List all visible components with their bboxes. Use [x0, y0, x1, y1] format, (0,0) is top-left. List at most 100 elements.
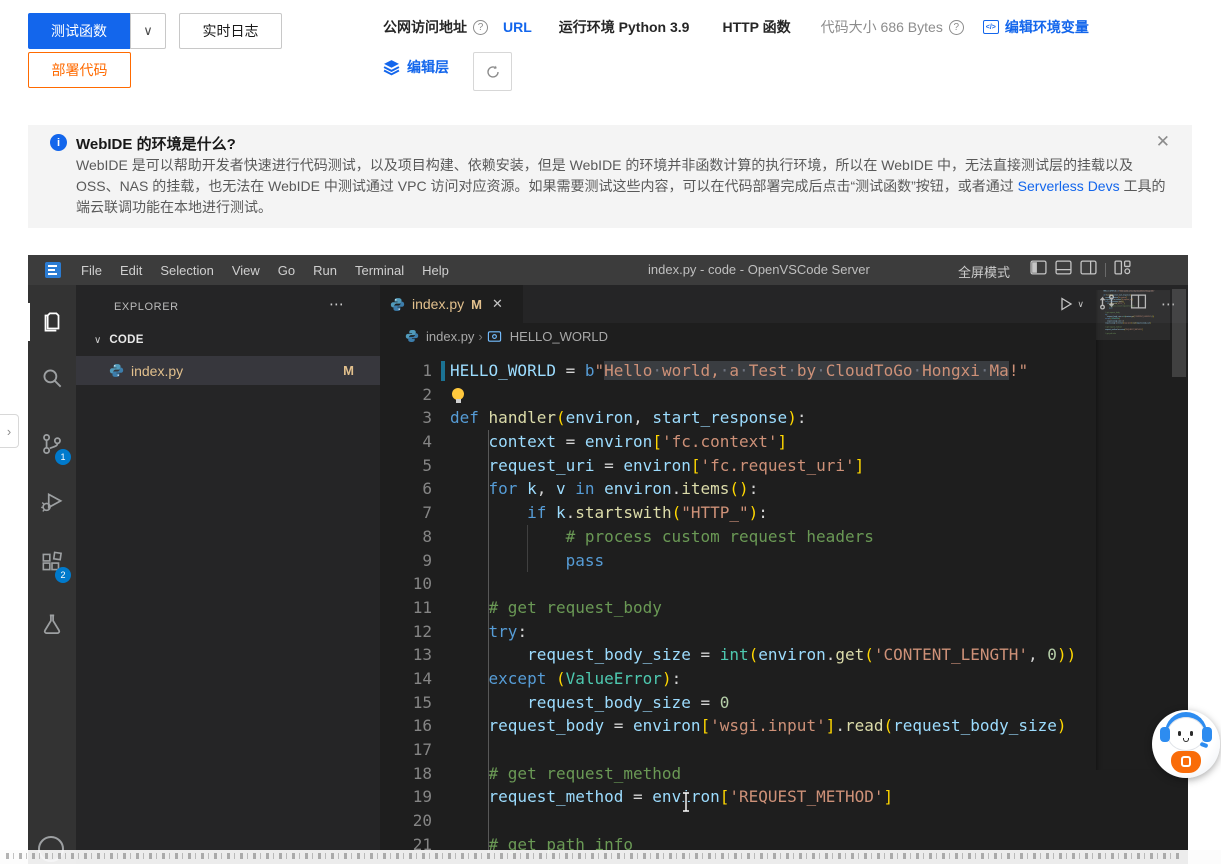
menu-help[interactable]: Help [413, 263, 458, 278]
close-icon[interactable]: ✕ [1156, 132, 1170, 152]
menu-edit[interactable]: Edit [111, 263, 151, 278]
indent-guide [488, 762, 489, 786]
titlebar: FileEditSelectionViewGoRunTerminalHelp i… [28, 255, 1188, 285]
indent-guide [488, 501, 489, 525]
mascot-eye [1178, 731, 1181, 736]
indent-guide [488, 572, 489, 596]
run-debug-activity-icon[interactable] [28, 481, 76, 523]
more-actions-icon[interactable]: ⋯ [329, 295, 344, 313]
line-number: 3 [380, 406, 432, 430]
code-line-10: 10 [380, 572, 1188, 596]
code-line-17: 17 [380, 738, 1188, 762]
minimap-viewport[interactable] [1096, 290, 1170, 340]
indent-guide [488, 643, 489, 667]
help-icon[interactable]: ? [473, 20, 488, 35]
source-control-activity-icon[interactable]: 1 [28, 423, 76, 465]
tab-indexpy[interactable]: index.py M ✕ [380, 285, 523, 323]
indent-guide [488, 454, 489, 478]
url-link[interactable]: URL [503, 19, 532, 35]
line-number: 5 [380, 454, 432, 478]
indent-guide [488, 667, 489, 691]
indent-guide [488, 430, 489, 454]
customer-service-mascot[interactable] [1152, 710, 1220, 778]
indent-guide [488, 477, 489, 501]
extensions-activity-icon[interactable]: 2 [28, 541, 76, 583]
edit-env-vars-link[interactable]: 编辑环境变量 [1005, 17, 1089, 37]
layer-row: 编辑层 [383, 57, 449, 77]
toggle-sidebar-icon[interactable] [1030, 260, 1047, 280]
test-function-dropdown-button[interactable]: ∨ [130, 13, 166, 49]
code-line-18: 18 # get request_method [380, 762, 1188, 786]
mascot-eye [1190, 731, 1193, 736]
active-indicator [28, 303, 30, 341]
realtime-logs-button[interactable]: 实时日志 [179, 13, 282, 49]
git-modified-badge: M [343, 363, 354, 378]
breadcrumb-symbol[interactable]: HELLO_WORLD [510, 329, 608, 344]
deploy-code-button[interactable]: 部署代码 [28, 52, 131, 88]
indent-guide [488, 620, 489, 644]
titlebar-separator [1105, 263, 1106, 277]
mascot-head [1167, 717, 1205, 751]
close-icon[interactable]: ✕ [492, 296, 503, 312]
python-file-icon [390, 297, 405, 312]
public-url-label: 公网访问地址 [383, 17, 467, 37]
panel-expander-button[interactable]: › [0, 414, 19, 448]
customize-layout-icon[interactable] [1114, 260, 1131, 280]
line-number: 16 [380, 714, 432, 738]
code-section-header[interactable]: ∨ CODE [76, 327, 380, 353]
breadcrumb-file[interactable]: index.py [426, 329, 474, 344]
menu-selection[interactable]: Selection [151, 263, 222, 278]
indent-guide [527, 549, 528, 573]
menu-terminal[interactable]: Terminal [346, 263, 413, 278]
menu-go[interactable]: Go [269, 263, 304, 278]
layers-icon [383, 59, 400, 76]
explorer-sidebar: EXPLORER ⋯ ∨ CODE index.py M [76, 285, 380, 864]
chevron-down-icon: ∨ [143, 23, 153, 39]
page: 测试函数 ∨ 实时日志 部署代码 公网访问地址 ? URL 运行环境 Pytho… [0, 0, 1221, 864]
refresh-button[interactable] [473, 52, 512, 91]
help-icon[interactable]: ? [949, 20, 964, 35]
testing-activity-icon[interactable] [28, 603, 76, 645]
tab-strip: index.py M ✕ ∨ ⋯ [380, 285, 1188, 323]
code-line-19: 19 request_method = environ['REQUEST_MET… [380, 785, 1188, 809]
serverless-devs-link[interactable]: Serverless Devs [1018, 178, 1120, 194]
headphone-ear-left [1160, 727, 1170, 742]
code-line-20: 20 [380, 809, 1188, 833]
vertical-scrollbar[interactable] [1172, 289, 1186, 377]
line-number: 1 [380, 359, 432, 383]
mascot-logo [1181, 756, 1191, 767]
menubar: FileEditSelectionViewGoRunTerminalHelp [72, 255, 458, 285]
menu-view[interactable]: View [223, 263, 269, 278]
toggle-panel-icon[interactable] [1055, 260, 1072, 280]
lightbulb-icon[interactable] [452, 388, 464, 400]
search-activity-icon[interactable] [28, 357, 76, 399]
toggle-secondary-sidebar-icon[interactable] [1080, 260, 1097, 280]
code-line-6: 6 for k, v in environ.items(): [380, 477, 1188, 501]
indent-guide [488, 691, 489, 715]
tab-modified-badge: M [471, 297, 482, 312]
webide-info-banner: i WebIDE 的环境是什么? WebIDE 是可以帮助开发者快速进行代码测试… [28, 125, 1192, 228]
explorer-activity-icon[interactable] [28, 301, 76, 343]
banner-text: WebIDE 是可以帮助开发者快速进行代码测试，以及项目构建、依赖安装，但是 W… [76, 157, 1133, 194]
code-line-16: 16 request_body = environ['wsgi.input'].… [380, 714, 1188, 738]
run-button[interactable]: ∨ [1058, 296, 1084, 312]
code-editor[interactable]: 1HELLO_WORLD = b"Hello·world,·a·Test·by·… [380, 349, 1188, 864]
code-line-7: 7 if k.startswith("HTTP_"): [380, 501, 1188, 525]
indent-guide [488, 549, 489, 573]
line-number: 8 [380, 525, 432, 549]
scm-badge: 1 [55, 449, 71, 465]
fullscreen-toggle[interactable]: 全屏模式 [958, 262, 1010, 281]
menu-run[interactable]: Run [304, 263, 346, 278]
edit-layer-link[interactable]: 编辑层 [407, 57, 449, 77]
env-vars-icon: </> [983, 20, 999, 34]
mascot-mic [1200, 742, 1209, 748]
line-number: 11 [380, 596, 432, 620]
test-function-button[interactable]: 测试函数 [28, 13, 130, 49]
menu-file[interactable]: File [72, 263, 111, 278]
chevron-right-icon: › [7, 424, 11, 439]
file-item-indexpy[interactable]: index.py M [76, 356, 380, 385]
line-number: 18 [380, 762, 432, 786]
minimap[interactable]: HELLO_WORLD = b"Hello·world,·a·Test·by·C… [1096, 290, 1170, 770]
gutter-modified-marker [441, 361, 445, 381]
code-line-13: 13 request_body_size = int(environ.get('… [380, 643, 1188, 667]
